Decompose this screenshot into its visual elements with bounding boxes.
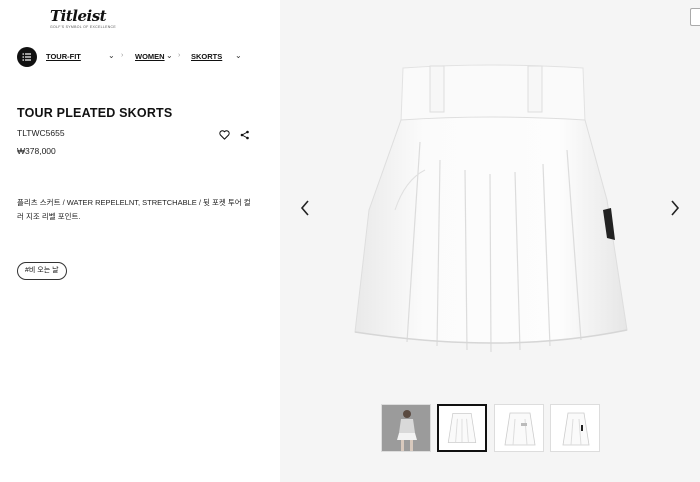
- brand-name: Titleist: [50, 7, 107, 25]
- wishlist-button[interactable]: [219, 127, 230, 145]
- thumbnail-image: [382, 405, 430, 451]
- chevron-right-icon: [671, 200, 680, 216]
- product-description: 플리츠 스커트 / WATER REPELELNT, STRETCHABLE /…: [17, 198, 251, 221]
- breadcrumb-women[interactable]: WOMEN: [135, 52, 165, 61]
- thumbnail-image: [504, 412, 536, 446]
- prev-image-button[interactable]: [300, 200, 310, 221]
- breadcrumb-skorts[interactable]: SKORTS: [191, 52, 222, 61]
- thumbnail-back[interactable]: [494, 404, 544, 452]
- thumbnail-image: [562, 412, 590, 446]
- breadcrumb-separator: ›: [121, 52, 124, 59]
- product-info-panel: Titleist GOLF'S SYMBOL OF EXCELLENCE TOU…: [0, 0, 280, 482]
- product-code: TLTWC5655: [17, 128, 65, 138]
- menu-button[interactable]: [17, 47, 37, 67]
- titleist-logo[interactable]: Titleist GOLF'S SYMBOL OF EXCELLENCE: [50, 7, 117, 32]
- chevron-down-icon[interactable]: ⌄: [108, 51, 115, 60]
- share-icon: [240, 130, 249, 140]
- chevron-left-icon: [300, 200, 309, 216]
- thumbnail-side[interactable]: [550, 404, 600, 452]
- thumbnail-front[interactable]: [437, 404, 487, 452]
- brand-tagline: GOLF'S SYMBOL OF EXCELLENCE: [50, 25, 117, 29]
- menu-list-icon: [22, 53, 31, 61]
- side-panel-tab-icon[interactable]: [690, 8, 700, 26]
- breadcrumb-tour-fit[interactable]: TOUR-FIT: [46, 52, 81, 61]
- breadcrumb-separator: ›: [178, 52, 181, 59]
- product-title: TOUR PLEATED SKORTS: [17, 106, 173, 120]
- product-main-image: [354, 64, 628, 353]
- product-price: ₩378,000: [17, 146, 56, 156]
- share-button[interactable]: [240, 127, 250, 145]
- chevron-down-icon[interactable]: ⌄: [235, 51, 242, 60]
- heart-icon: [219, 130, 230, 140]
- thumbnail-model[interactable]: [381, 404, 431, 452]
- chevron-down-icon[interactable]: ⌄: [166, 51, 173, 60]
- next-image-button[interactable]: [670, 200, 680, 221]
- hashtag-chip[interactable]: #비 오는 날: [17, 262, 67, 280]
- thumbnail-image: [447, 412, 477, 444]
